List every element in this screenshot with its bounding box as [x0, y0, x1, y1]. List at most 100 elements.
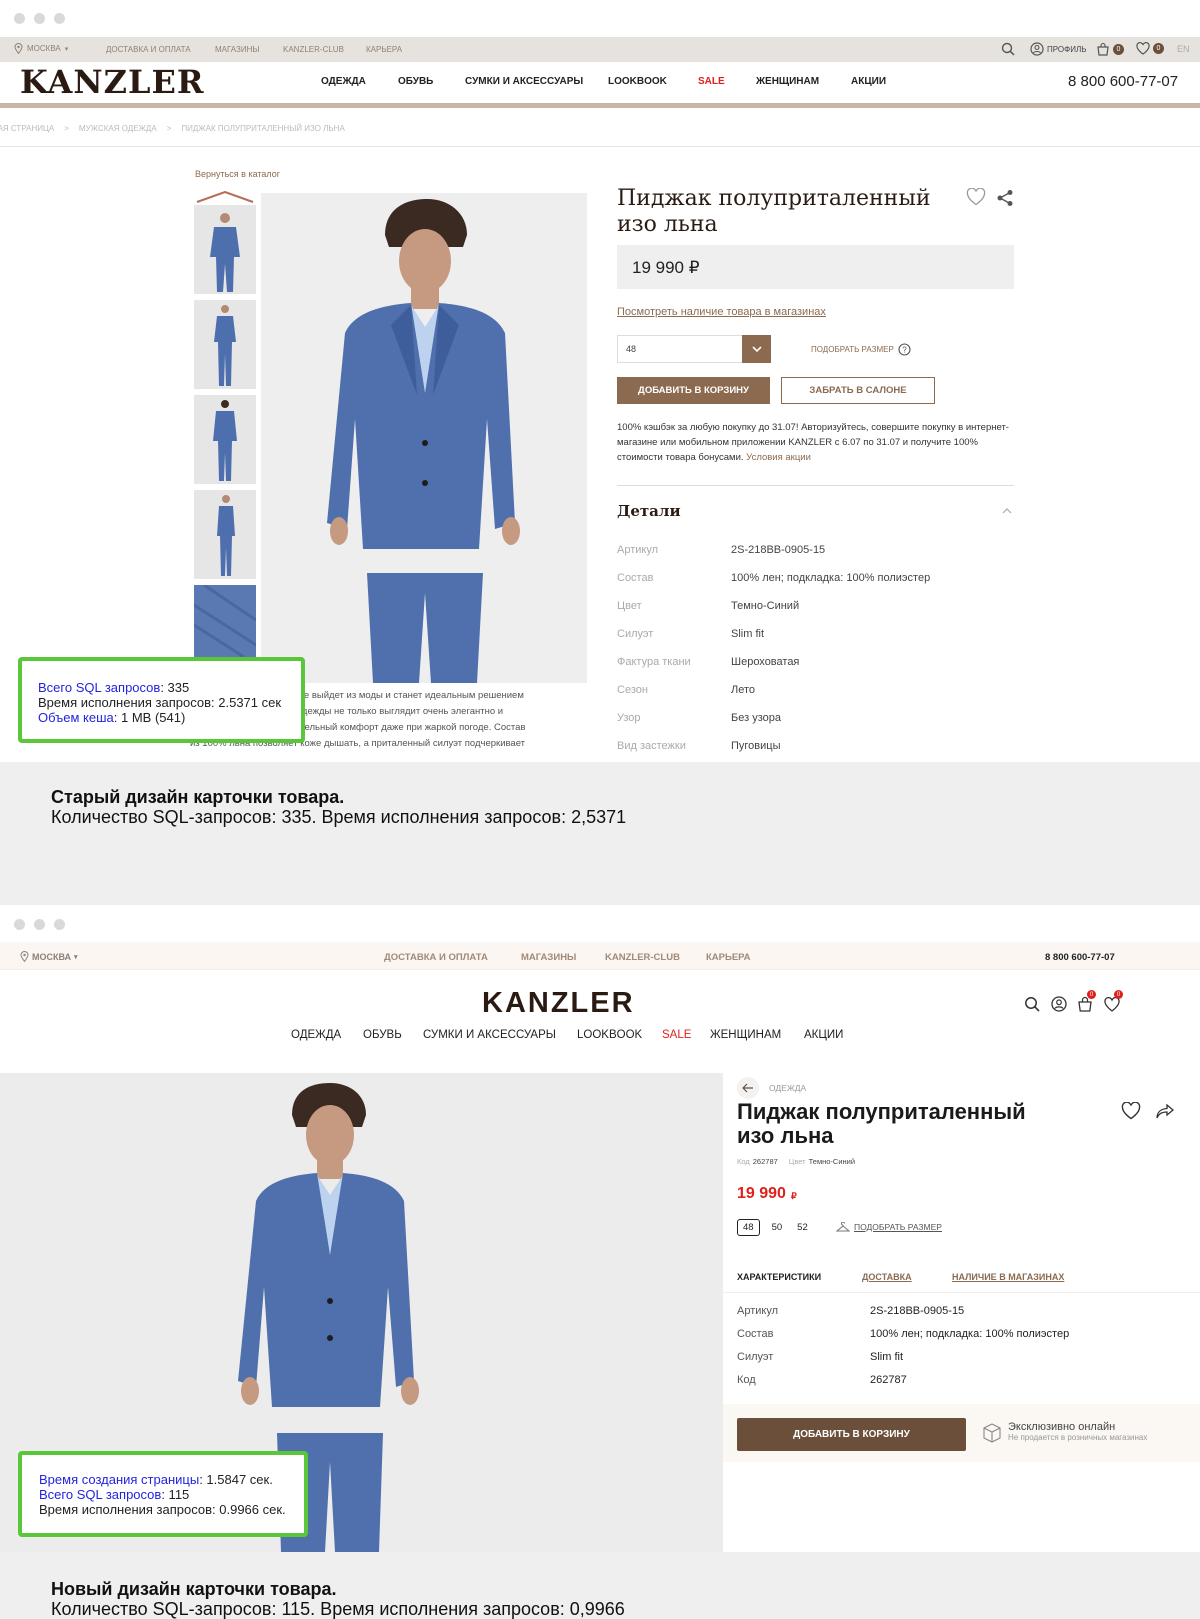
- nav-item-women[interactable]: ЖЕНЩИНАМ: [710, 1029, 781, 1041]
- thumbnail-side[interactable]: [194, 490, 256, 579]
- window-dot[interactable]: [14, 13, 25, 24]
- pickup-button[interactable]: ЗАБРАТЬ В САЛОНЕ: [781, 377, 935, 404]
- share-icon[interactable]: [996, 189, 1014, 207]
- window-dot[interactable]: [34, 919, 45, 930]
- tab-delivery[interactable]: ДОСТАВКА: [862, 1272, 912, 1282]
- old-design-caption: Старый дизайн карточки товара. Количеств…: [51, 787, 626, 827]
- top-link-career[interactable]: КАРЬЕРА: [706, 952, 751, 963]
- phone-number[interactable]: 8 800 600-77-07: [1068, 73, 1178, 90]
- top-link-stores[interactable]: МАГАЗИНЫ: [215, 45, 259, 54]
- favorites-link[interactable]: 0: [1136, 42, 1164, 55]
- chevron-up-icon[interactable]: [1002, 508, 1012, 514]
- nav-item-lookbook[interactable]: LOOKBOOK: [577, 1029, 642, 1041]
- favorite-icon[interactable]: [966, 188, 986, 206]
- color-value: Темно-Синий: [808, 1157, 856, 1166]
- cart-link[interactable]: 0: [1077, 990, 1096, 1013]
- thumbnail-front[interactable]: [194, 205, 256, 294]
- phone-number[interactable]: 8 800 600-77-07: [1045, 952, 1115, 963]
- top-link-stores[interactable]: МАГАЗИНЫ: [521, 952, 576, 963]
- tab-characteristics[interactable]: ХАРАКТЕРИСТИКИ: [737, 1272, 821, 1282]
- promo-terms-link[interactable]: Условия акции: [746, 452, 811, 463]
- nav-item-promo[interactable]: АКЦИИ: [804, 1029, 843, 1041]
- window-dot[interactable]: [34, 13, 45, 24]
- code-value: 262787: [752, 1157, 778, 1166]
- new-design-window: МОСКВА ▾ ДОСТАВКА И ОПЛАТА МАГАЗИНЫ KANZ…: [0, 905, 1200, 1552]
- store-availability-link[interactable]: Посмотреть наличие товара в магазинах: [617, 306, 826, 318]
- favorites-link[interactable]: 0: [1104, 990, 1123, 1013]
- size-option-selected[interactable]: 48: [737, 1219, 760, 1236]
- chevron-down-icon: ▾: [64, 45, 69, 53]
- breadcrumb-category[interactable]: МУЖСКАЯ ОДЕЖДА: [79, 124, 157, 133]
- location-pin-icon: [20, 951, 29, 962]
- details-row: Сезон: [617, 684, 648, 696]
- top-link-delivery[interactable]: ДОСТАВКА И ОПЛАТА: [384, 952, 488, 963]
- top-link-club[interactable]: KANZLER-CLUB: [283, 45, 344, 54]
- add-to-cart-button[interactable]: ДОБАВИТЬ В КОРЗИНУ: [617, 377, 770, 404]
- top-link-career[interactable]: КАРЬЕРА: [366, 45, 402, 54]
- spec-value: 2S-218BB-0905-15: [870, 1305, 965, 1317]
- breadcrumb-separator: >: [166, 124, 172, 133]
- spec-row: 2S-218BB-0905-15: [870, 1305, 964, 1317]
- nav-item-women[interactable]: ЖЕНЩИНАМ: [756, 76, 819, 87]
- size-select[interactable]: 48: [617, 335, 771, 363]
- cart-link[interactable]: 0: [1096, 42, 1124, 56]
- top-link-club[interactable]: KANZLER-CLUB: [605, 952, 680, 963]
- user-icon[interactable]: [1051, 996, 1067, 1012]
- thumbnail-fabric[interactable]: [194, 585, 256, 657]
- hanger-icon: [836, 1222, 850, 1232]
- size-option[interactable]: 52: [794, 1220, 811, 1235]
- size-guide-link[interactable]: ПОДОБРАТЬ РАЗМЕР ?: [811, 343, 911, 356]
- spec-row: Состав: [737, 1328, 773, 1340]
- thumbnail-full[interactable]: [194, 300, 256, 389]
- chevron-down-icon: ▾: [74, 953, 78, 961]
- details-row: Состав: [617, 572, 653, 584]
- details-row: Шероховатая: [731, 656, 799, 668]
- window-dot[interactable]: [54, 919, 65, 930]
- nav-item-shoes[interactable]: ОБУВЬ: [363, 1029, 402, 1041]
- size-guide-link[interactable]: ПОДОБРАТЬ РАЗМЕР: [836, 1222, 942, 1232]
- nav-item-clothes[interactable]: ОДЕЖДА: [291, 1029, 341, 1041]
- chevron-up-icon[interactable]: [196, 191, 254, 203]
- spec-label: Код: [737, 1374, 756, 1386]
- details-title[interactable]: Детали: [617, 502, 681, 520]
- share-icon[interactable]: [1156, 1104, 1174, 1120]
- details-row: 2S-218BB-0905-15: [731, 544, 825, 556]
- window-controls: [14, 919, 65, 930]
- nav-item-sale[interactable]: SALE: [662, 1029, 691, 1041]
- search-icon[interactable]: [1001, 42, 1015, 56]
- exclusive-subtitle: Не продается в розничных магазинах: [1008, 1433, 1148, 1442]
- breadcrumb-home[interactable]: ГЛАВНАЯ СТРАНИЦА: [0, 124, 54, 133]
- fav-count-badge: 0: [1114, 990, 1123, 999]
- cart-count-badge: 0: [1087, 990, 1096, 999]
- tab-store-availability[interactable]: НАЛИЧИЕ В МАГАЗИНАХ: [952, 1272, 1064, 1282]
- breadcrumb[interactable]: ОДЕЖДА: [737, 1077, 806, 1099]
- favorite-icon[interactable]: [1121, 1102, 1141, 1120]
- nav-item-sale[interactable]: SALE: [698, 76, 725, 87]
- profile-link[interactable]: ПРОФИЛЬ: [1030, 42, 1086, 56]
- spec-row: 100% лен; подкладка: 100% полиэстер: [870, 1328, 1069, 1340]
- thumbnail-back[interactable]: [194, 395, 256, 484]
- arrow-left-icon[interactable]: [737, 1077, 759, 1099]
- nav-item-promo[interactable]: АКЦИИ: [851, 76, 886, 87]
- product-main-image[interactable]: [261, 193, 587, 683]
- back-to-catalog-link[interactable]: Вернуться в каталог: [195, 169, 280, 179]
- top-link-delivery[interactable]: ДОСТАВКА И ОПЛАТА: [106, 45, 191, 54]
- breadcrumb-category[interactable]: ОДЕЖДА: [769, 1083, 806, 1093]
- details-label: Артикул: [617, 544, 659, 556]
- logo[interactable]: KANZLER: [20, 64, 204, 100]
- nav-item-lookbook[interactable]: LOOKBOOK: [608, 76, 667, 87]
- nav-item-clothes[interactable]: ОДЕЖДА: [321, 76, 366, 87]
- window-dot[interactable]: [54, 13, 65, 24]
- logo[interactable]: KANZLER: [482, 986, 635, 1020]
- search-icon[interactable]: [1024, 996, 1040, 1012]
- fav-count-badge: 0: [1153, 43, 1164, 54]
- size-option[interactable]: 50: [769, 1220, 786, 1235]
- window-dot[interactable]: [14, 919, 25, 930]
- nav-item-bags[interactable]: СУМКИ И АКСЕССУАРЫ: [423, 1029, 556, 1041]
- city-selector[interactable]: МОСКВА ▾: [14, 43, 68, 54]
- nav-item-shoes[interactable]: ОБУВЬ: [398, 76, 433, 87]
- nav-item-bags[interactable]: СУМКИ И АКСЕССУАРЫ: [465, 76, 583, 87]
- city-selector[interactable]: МОСКВА ▾: [20, 951, 78, 962]
- add-to-cart-button[interactable]: ДОБАВИТЬ В КОРЗИНУ: [737, 1418, 966, 1451]
- language-switch[interactable]: EN: [1177, 44, 1190, 54]
